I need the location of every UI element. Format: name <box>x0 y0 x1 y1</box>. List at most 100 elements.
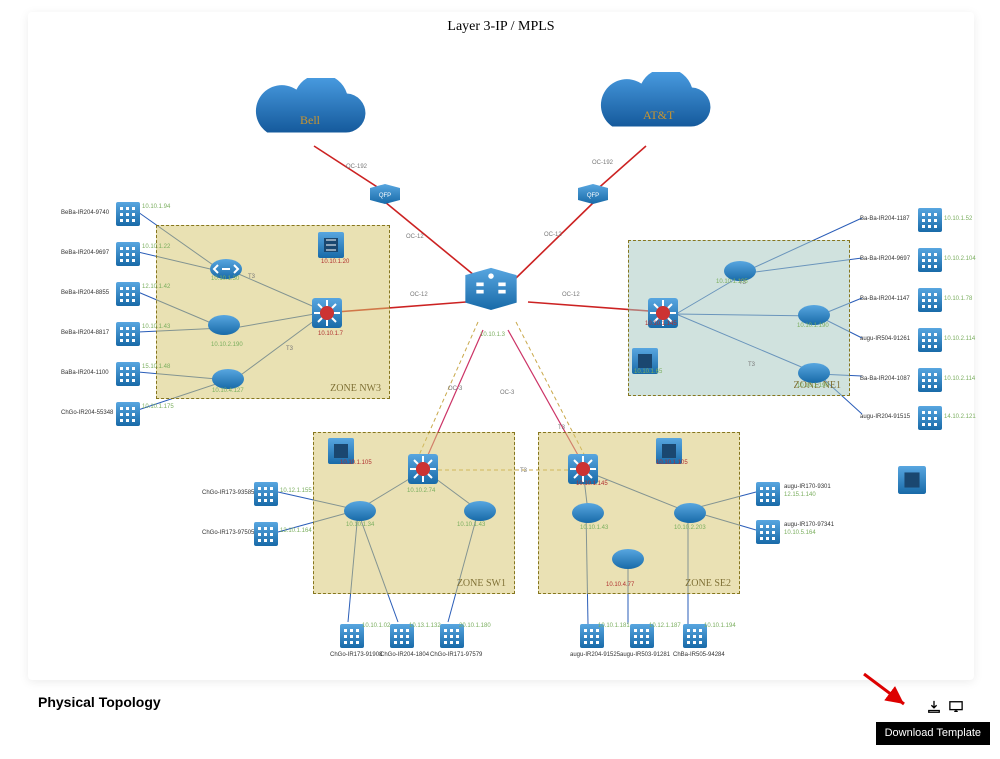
device-ip: 10.12.1.187 <box>649 623 681 629</box>
device-ip: 10.10.1.30 <box>211 276 239 282</box>
switch-ip: 13.10.1.164 <box>280 528 312 534</box>
switch-ip: 10.10.1.175 <box>142 404 174 410</box>
switch-name: augu-IR504-91261 <box>860 336 910 342</box>
switch-icon <box>116 322 140 346</box>
switch-name: BeBa-IR204-8817 <box>61 330 109 336</box>
switch-icon <box>116 202 140 226</box>
device-ip: 10.10.1.145 <box>576 481 608 487</box>
switch-name: ChGo-IR173-97505 <box>202 530 254 536</box>
switch-name: Ba-Ba-IR204-1187 <box>860 216 910 222</box>
device-ip: 10.10.1.20 <box>321 259 349 265</box>
link-label: T3 <box>748 362 755 368</box>
device-ip: 10.10.1.02 <box>362 623 390 629</box>
link-label: OC-192 <box>592 160 613 166</box>
switch-name: augu-IR170-97341 <box>784 522 834 528</box>
device-ip: 10.10.1.190 <box>797 323 829 329</box>
switch-icon <box>254 482 278 506</box>
device-ip: 10.10.1.43 <box>457 522 485 528</box>
switch-ip: 10.12.1.155 <box>280 488 312 494</box>
switch-ip: 14.10.2.121 <box>944 414 976 420</box>
switch-ip: 12.15.1.140 <box>784 492 816 498</box>
device-ip: 10.10.2.190 <box>211 342 243 348</box>
diagram-canvas: Layer 3-IP / MPLS <box>28 12 974 680</box>
switch-icon <box>918 248 942 272</box>
switch-name: Ba-Ba-IR204-9697 <box>860 256 910 262</box>
hub-nw3 <box>310 296 344 330</box>
switch-name: ChGo-IR171-97579 <box>430 652 482 658</box>
device-ip: 20.10.1.180 <box>459 623 491 629</box>
switch-ip: 10.10.2.114 <box>944 336 975 342</box>
router <box>342 498 378 524</box>
device-ip: 10.10.1.190 <box>797 383 829 389</box>
link-label: T3 <box>248 274 255 280</box>
router <box>610 546 646 572</box>
link-label: T3 <box>558 425 565 431</box>
caption: Physical Topology <box>38 695 161 709</box>
switch-name: augu-IR503-91281 <box>620 652 670 658</box>
svg-text:QFP: QFP <box>587 193 599 199</box>
cloud-att <box>588 72 722 142</box>
switch-icon <box>918 328 942 352</box>
device-ip: 10.10.1.65 <box>634 369 662 375</box>
switch-ip: 10.10.2.114 <box>944 376 975 382</box>
switch-icon <box>116 402 140 426</box>
core-switch <box>461 266 521 315</box>
device-ip: 10.10.1.145 <box>645 321 677 327</box>
download-tooltip: Download Template <box>876 722 990 745</box>
firewall-nw3 <box>318 232 344 258</box>
switch-name: ChGo-IR204-1804 <box>380 652 429 658</box>
switch-ip: 10.10.1.78 <box>944 296 972 302</box>
router <box>570 500 606 526</box>
link-label: OC-3 <box>500 390 514 396</box>
link-label: OC-3 <box>448 386 462 392</box>
desktop-icon[interactable] <box>949 700 963 714</box>
switch-ip: 10.10.2.104 <box>944 256 976 262</box>
switch-name: ChBa-IR505-94284 <box>673 652 725 658</box>
link-label: OC-192 <box>346 164 367 170</box>
switch-name: BeBa-IR204-9697 <box>61 250 109 256</box>
switch-icon <box>756 520 780 544</box>
switch-icon <box>918 406 942 430</box>
download-icon[interactable] <box>927 700 941 714</box>
core-switch-ip: 10.10.1.3 <box>480 332 505 338</box>
zone-nw3: ZONE NW3 <box>156 225 390 399</box>
device-ip: 10.10.1.34 <box>346 522 374 528</box>
device-ip: 10.10.1.105 <box>716 279 748 285</box>
switch-icon <box>918 288 942 312</box>
link-label: T3 <box>520 468 527 474</box>
switch-name: BeBa-IR204-8855 <box>61 290 109 296</box>
device-ip: 10.10.1.7 <box>318 331 343 337</box>
device-ip: 10.10.1.105 <box>340 460 372 466</box>
qfp-1: QFP <box>368 182 402 209</box>
link-label: OC-12 <box>410 292 428 298</box>
router <box>206 312 242 338</box>
device-ip: 10.10.1.105 <box>656 460 688 466</box>
switch-ip: 12.10.1.42 <box>142 284 170 290</box>
switch-icon <box>116 362 140 386</box>
device-ip: 10.10.1.181 <box>598 623 630 629</box>
router <box>462 498 498 524</box>
device-ip: 10.10.1.43 <box>580 525 608 531</box>
switch-name: augu-IR170-9301 <box>784 484 831 490</box>
device-ip: 10.10.4.127 <box>212 388 244 394</box>
switch-icon <box>756 482 780 506</box>
switch-name: Ba-Ba-IR204-1147 <box>860 296 910 302</box>
switch-icon <box>340 624 364 648</box>
switch-icon <box>116 282 140 306</box>
switch-name: augu-IR204-91525 <box>570 652 620 658</box>
switch-name: ChGo-IR173-91908 <box>330 652 382 658</box>
device-ip: 10.10.4.77 <box>606 582 634 588</box>
qfp-2: QFP <box>576 182 610 209</box>
link-label: OC-12 <box>562 292 580 298</box>
cloud-att-label: AT&T <box>643 109 674 121</box>
switch-ip: 15.10.1.48 <box>142 364 170 370</box>
router <box>672 500 708 526</box>
device-ip: 10.10.2.203 <box>674 525 706 531</box>
switch-ip: 10.10.1.43 <box>142 324 170 330</box>
switch-ip: 10.10.1.52 <box>944 216 972 222</box>
switch-name: Ba-Ba-IR204-1087 <box>860 376 910 382</box>
switch-icon <box>254 522 278 546</box>
link-label: OC-12 <box>544 232 562 238</box>
switch-ip: 10.10.1.94 <box>142 204 170 210</box>
switch-name: augu-IR204-91515 <box>860 414 910 420</box>
